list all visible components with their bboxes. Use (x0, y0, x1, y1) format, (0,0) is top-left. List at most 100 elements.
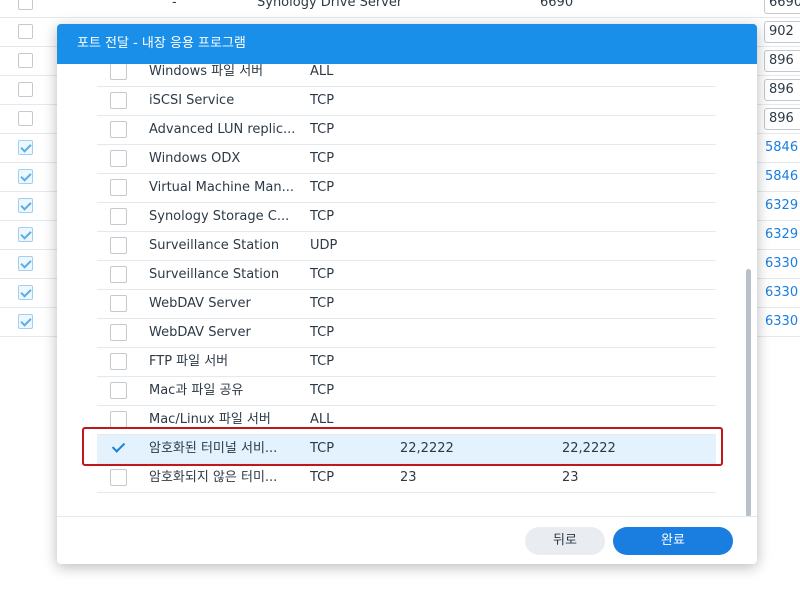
checkbox[interactable] (110, 266, 127, 283)
list-item-selected[interactable]: 암호화된 터미널 서비... TCP 22,2222 22,2222 (97, 435, 716, 464)
checkbox-checked[interactable] (110, 440, 127, 457)
checkbox[interactable] (110, 295, 127, 312)
app-name: Surveillance Station (149, 267, 280, 282)
row-checkbox-checked[interactable] (18, 140, 33, 155)
router-port: 22,2222 (562, 441, 616, 456)
router-port: 23 (562, 470, 579, 485)
app-name: Surveillance Station (149, 238, 280, 253)
protocol: ALL (310, 64, 334, 79)
app-name: FTP 파일 서버 (149, 354, 229, 369)
row-checkbox[interactable] (18, 53, 33, 68)
app-name: 암호화된 터미널 서비... (149, 441, 278, 456)
row-checkbox[interactable] (18, 111, 33, 126)
app-name: WebDAV Server (149, 325, 251, 340)
list-item[interactable]: 암호화되지 않은 터미... TCP 23 23 (97, 464, 716, 493)
list-item[interactable]: Surveillance Station UDP (97, 232, 716, 261)
checkbox[interactable] (110, 382, 127, 399)
port-link[interactable]: 6329 (765, 227, 798, 242)
protocol: TCP (310, 151, 335, 166)
checkbox[interactable] (110, 92, 127, 109)
port-link[interactable]: 6330 (765, 285, 798, 300)
checkbox[interactable] (110, 208, 127, 225)
app-name: Mac/Linux 파일 서버 (149, 412, 271, 427)
dialog-header: 포트 전달 - 내장 응용 프로그램 (57, 24, 757, 64)
checkbox[interactable] (110, 64, 127, 80)
row-checkbox-checked[interactable] (18, 227, 33, 242)
app-name: Windows ODX (149, 151, 241, 166)
app-name: Advanced LUN replic... (149, 122, 296, 137)
protocol: TCP (310, 325, 335, 340)
protocol: TCP (310, 296, 335, 311)
port-link[interactable]: 6330 (765, 256, 798, 271)
list-item[interactable]: FTP 파일 서버 TCP (97, 348, 716, 377)
port-input-field[interactable]: 896 (764, 79, 800, 101)
checkbox[interactable] (110, 150, 127, 167)
list-item[interactable]: Mac과 파일 공유 TCP (97, 377, 716, 406)
row-checkbox-checked[interactable] (18, 256, 33, 271)
list-item[interactable]: Virtual Machine Man... TCP (97, 174, 716, 203)
checkbox[interactable] (110, 324, 127, 341)
port-input-field[interactable]: 6690 (764, 0, 800, 14)
local-port: 22,2222 (400, 441, 454, 456)
list-item[interactable]: Windows ODX TCP (97, 145, 716, 174)
footer-divider (57, 516, 757, 517)
back-button[interactable]: 뒤로 (525, 527, 605, 555)
row-checkbox[interactable] (18, 0, 33, 10)
protocol: ALL (310, 412, 334, 427)
row-checkbox-checked[interactable] (18, 169, 33, 184)
protocol: TCP (310, 122, 335, 137)
list-item[interactable]: Windows 파일 서버 ALL (97, 64, 716, 87)
local-port: 23 (400, 470, 417, 485)
port-link[interactable]: 5846 (765, 140, 798, 155)
protocol: TCP (310, 209, 335, 224)
port-forwarding-dialog: 포트 전달 - 내장 응용 프로그램 Windows 파일 서버 ALL iSCSI… (57, 24, 757, 564)
list-item[interactable]: Synology Storage C... TCP (97, 203, 716, 232)
dialog-title: 포트 전달 - 내장 응용 프로그램 (77, 36, 246, 51)
application-list: Windows 파일 서버 ALL iSCSI Service TCP Advanced… (57, 64, 757, 516)
done-button[interactable]: 완료 (613, 527, 733, 555)
list-item[interactable]: Advanced LUN replic... TCP (97, 116, 716, 145)
row-checkbox[interactable] (18, 82, 33, 97)
scrollbar-thumb[interactable] (746, 269, 751, 517)
checkbox[interactable] (110, 121, 127, 138)
app-name: WebDAV Server (149, 296, 251, 311)
app-name: Synology Storage C... (149, 209, 290, 224)
port-link[interactable]: 6330 (765, 314, 798, 329)
row-checkbox-checked[interactable] (18, 285, 33, 300)
list-item[interactable]: WebDAV Server TCP (97, 290, 716, 319)
port-input-field[interactable]: 902 (764, 21, 800, 43)
checkbox[interactable] (110, 179, 127, 196)
protocol: TCP (310, 93, 335, 108)
port-input-field[interactable]: 896 (764, 108, 800, 130)
app-name: Mac과 파일 공유 (149, 383, 244, 398)
app-name: Windows 파일 서버 (149, 64, 264, 79)
list-item[interactable]: iSCSI Service TCP (97, 87, 716, 116)
list-item[interactable]: Mac/Linux 파일 서버 ALL (97, 406, 716, 435)
protocol: TCP (310, 267, 335, 282)
app-name: iSCSI Service (149, 93, 235, 108)
background-cell: - (172, 0, 177, 10)
port-link[interactable]: 6329 (765, 198, 798, 213)
background-cell: 6690 (540, 0, 574, 10)
checkbox[interactable] (110, 353, 127, 370)
port-input-field[interactable]: 896 (764, 50, 800, 72)
app-name: 암호화되지 않은 터미... (149, 470, 278, 485)
row-checkbox-checked[interactable] (18, 314, 33, 329)
protocol: TCP (310, 383, 335, 398)
checkbox[interactable] (110, 411, 127, 428)
background-cell: Synology Drive Server (257, 0, 403, 10)
checkbox[interactable] (110, 237, 127, 254)
background-table-row: - Synology Drive Server 6690 6690 (0, 0, 800, 18)
checkbox[interactable] (110, 469, 127, 486)
protocol: TCP (310, 354, 335, 369)
list-item[interactable]: WebDAV Server TCP (97, 319, 716, 348)
app-name: Virtual Machine Man... (149, 180, 294, 195)
row-checkbox-checked[interactable] (18, 198, 33, 213)
row-checkbox[interactable] (18, 24, 33, 39)
protocol: TCP (310, 470, 335, 485)
protocol: TCP (310, 441, 335, 456)
protocol: UDP (310, 238, 338, 253)
protocol: TCP (310, 180, 335, 195)
list-item[interactable]: Surveillance Station TCP (97, 261, 716, 290)
port-link[interactable]: 5846 (765, 169, 798, 184)
